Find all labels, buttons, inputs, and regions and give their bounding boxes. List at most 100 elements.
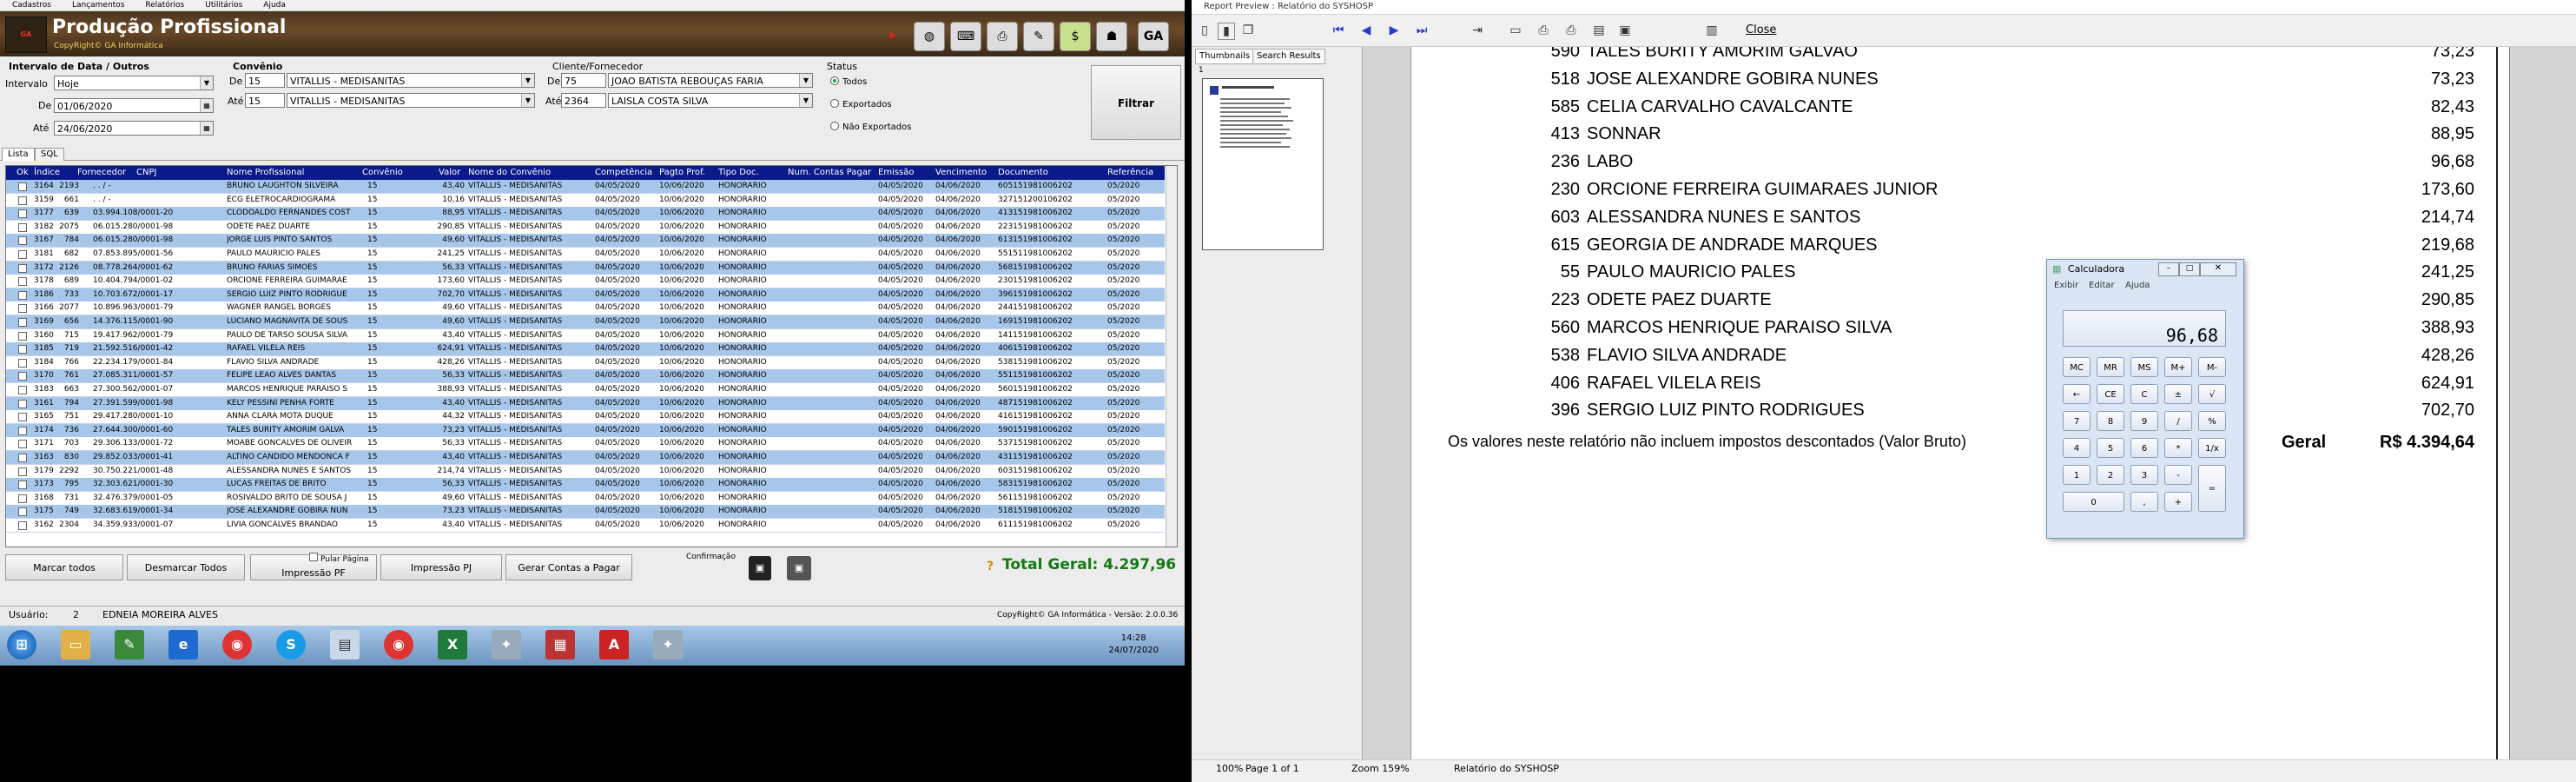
data-ate-input[interactable]: 24/06/2020 ▦ (54, 121, 214, 136)
menu-ajuda[interactable]: Ajuda (263, 1, 286, 10)
row-checkbox[interactable] (18, 467, 27, 476)
col-tipo-doc[interactable]: Tipo Doc. (718, 166, 759, 180)
tab-lista[interactable]: Lista (2, 148, 35, 161)
calc-key[interactable]: MR (2097, 357, 2124, 377)
clock[interactable]: 14:28 24/07/2020 (1108, 633, 1159, 657)
calc-key[interactable]: M+ (2164, 357, 2192, 377)
tab-thumbnails[interactable]: Thumbnails (1195, 49, 1255, 64)
calc-key[interactable]: + (2164, 492, 2192, 512)
start-button-icon[interactable]: ⊞ (7, 630, 36, 659)
calc-key[interactable]: ± (2164, 384, 2192, 404)
cliente-ate-code-input[interactable]: 2364 (561, 93, 606, 108)
calc-key[interactable]: 4 (2063, 438, 2091, 458)
page-thumbnail[interactable] (1202, 78, 1324, 250)
row-checkbox[interactable] (18, 263, 27, 273)
printer-icon[interactable]: ⎙ (987, 22, 1018, 51)
col-valor[interactable]: Valor (439, 166, 460, 180)
col-documento[interactable]: Documento (998, 166, 1048, 180)
row-checkbox[interactable] (18, 372, 27, 381)
menu-lancamentos[interactable]: Lançamentos (72, 1, 124, 10)
calculator-titlebar[interactable]: ▦ Calculadora – □ ✕ (2047, 260, 2243, 279)
col-emissao[interactable]: Emissão (878, 166, 915, 180)
row-checkbox[interactable] (18, 290, 27, 300)
calc-key[interactable]: * (2164, 438, 2192, 458)
table-row[interactable]: 3159 661 . . / - ECG ELETROCARDIOGRAMA 15 10… (6, 193, 1165, 208)
row-checkbox[interactable] (18, 440, 27, 449)
chevron-down-icon[interactable]: ▼ (521, 74, 534, 87)
calc-key[interactable]: 8 (2097, 411, 2124, 431)
row-checkbox[interactable] (18, 250, 27, 259)
ga-logo-icon[interactable]: GA (1138, 22, 1169, 51)
table-row[interactable]: 3182 2075 06.015.280/0001-98 ODETE PAEZ DUA… (6, 220, 1165, 235)
table-row[interactable]: 3181 682 07.853.895/0001-56 PAULO MAURICIO … (6, 248, 1165, 262)
calendar-icon[interactable]: ▦ (200, 99, 213, 112)
table-row[interactable]: 3177 639 03.994.108/0001-20 CLODOALDO FERNA… (6, 207, 1165, 222)
row-checkbox[interactable] (18, 521, 27, 530)
table-row[interactable]: 3166 2077 10.896.963/0001-79 WAGNER RANGEL … (6, 302, 1165, 316)
keyboard-icon[interactable]: ⌨ (950, 22, 981, 51)
table-row[interactable]: 3178 689 10.404.794/0001-02 ORCIONE FERREIR… (6, 275, 1165, 289)
table-row[interactable]: 3167 784 06.015.280/0001-98 JORGE LUIS PINT… (6, 234, 1165, 249)
calc-key[interactable]: 1 (2063, 465, 2091, 485)
col-fornecedor[interactable]: Fornecedor (77, 166, 126, 180)
col-nome-profissional[interactable]: Nome Profissional (227, 166, 304, 180)
chrome-icon[interactable]: ◉ (222, 630, 252, 659)
col-nome-convenio[interactable]: Nome do Convênio (468, 166, 551, 180)
row-checkbox[interactable] (18, 318, 27, 327)
table-row[interactable]: 3184 766 22.234.179/0001-84 FLAVIO SILVA AN… (6, 355, 1165, 370)
menu-utilitarios[interactable]: Utilitários (205, 1, 242, 10)
save-icon[interactable]: ▣ (749, 556, 771, 580)
explorer-icon[interactable]: ▭ (61, 630, 90, 659)
calc-key[interactable]: 7 (2063, 411, 2091, 431)
table-row[interactable]: 3175 749 32.683.619/0001-34 JOSE ALEXANDRE … (6, 505, 1165, 520)
globe-icon[interactable]: ◍ (914, 22, 945, 51)
table-row[interactable]: 3179 2292 30.750.221/0001-48 ALESSANDRA NUN… (6, 464, 1165, 479)
save-icon[interactable]: ▣ (1617, 23, 1633, 38)
panel-icon[interactable]: ▥ (1704, 23, 1720, 38)
row-checkbox[interactable] (18, 399, 27, 408)
intervalo-select[interactable]: Hoje ▼ (54, 76, 214, 90)
row-checkbox[interactable] (18, 236, 27, 246)
close-button[interactable]: Close (1746, 23, 1776, 36)
money-icon[interactable]: $ (1060, 22, 1091, 51)
table-row[interactable]: 3183 663 27.300.562/0001-07 MARCOS HENRIQUE… (6, 383, 1165, 397)
chevron-down-icon[interactable]: ▼ (521, 94, 534, 107)
col-num-contas[interactable]: Num. Contas Pagar (788, 166, 871, 180)
gerar-contas-pagar-button[interactable]: Gerar Contas a Pagar (505, 554, 632, 580)
col-vencimento[interactable]: Vencimento (935, 166, 987, 180)
calc-key[interactable]: M- (2198, 357, 2226, 377)
pular-pagina-checkbox[interactable]: Pular Página (309, 553, 369, 564)
page-setup-icon[interactable]: ▭ (1508, 23, 1523, 38)
table-row[interactable]: 3164 2193 . . / - BRUNO LAUGHTON SILVEIRA 1… (6, 180, 1165, 194)
convenio-ate-select[interactable]: VITALLIS - MEDISANITAS ▼ (287, 93, 535, 108)
chevron-down-icon[interactable]: ▼ (799, 74, 812, 87)
row-checkbox[interactable] (18, 480, 27, 490)
table-row[interactable]: 3162 2304 34.359.933/0001-07 LIVIA GONCALVE… (6, 519, 1165, 533)
calc-key[interactable]: C (2130, 384, 2158, 404)
row-checkbox[interactable] (18, 182, 27, 191)
prev-page-icon[interactable]: ◀ (1358, 23, 1374, 38)
calc-key[interactable]: 9 (2130, 411, 2158, 431)
table-row[interactable]: 3169 656 14.376.115/0001-90 LUCIANO MAGNAVI… (6, 315, 1165, 329)
calc-key[interactable]: % (2198, 411, 2226, 431)
row-checkbox[interactable] (18, 494, 27, 503)
chevron-down-icon[interactable]: ▼ (200, 76, 213, 89)
calc-key[interactable]: 5 (2097, 438, 2124, 458)
save-all-icon[interactable]: ▣ (787, 556, 811, 580)
tab-search-results[interactable]: Search Results (1252, 49, 1325, 64)
col-referencia[interactable]: Referência (1107, 166, 1153, 180)
row-checkbox[interactable] (18, 426, 27, 435)
goto-page-icon[interactable]: ⇥ (1470, 23, 1485, 38)
fit-page-icon[interactable]: ▮ (1218, 23, 1235, 40)
cliente-de-select[interactable]: JOAO BATISTA REBOUÇAS FARIA ▼ (608, 73, 813, 88)
menu-editar[interactable]: Editar (2089, 281, 2115, 290)
single-page-icon[interactable]: ▯ (1197, 23, 1212, 38)
col-pagto-prof[interactable]: Pagto Prof. (659, 166, 705, 180)
pdf-icon[interactable]: A (599, 630, 629, 659)
tool-icon[interactable]: ✦ (653, 630, 683, 659)
calc-key[interactable]: CE (2097, 384, 2124, 404)
close-red-icon[interactable]: ➤ (877, 22, 907, 50)
marcar-todos-button[interactable]: Marcar todos (5, 554, 123, 580)
col-indice[interactable]: Índice (34, 166, 60, 180)
first-page-icon[interactable]: ⏮ (1331, 23, 1346, 38)
